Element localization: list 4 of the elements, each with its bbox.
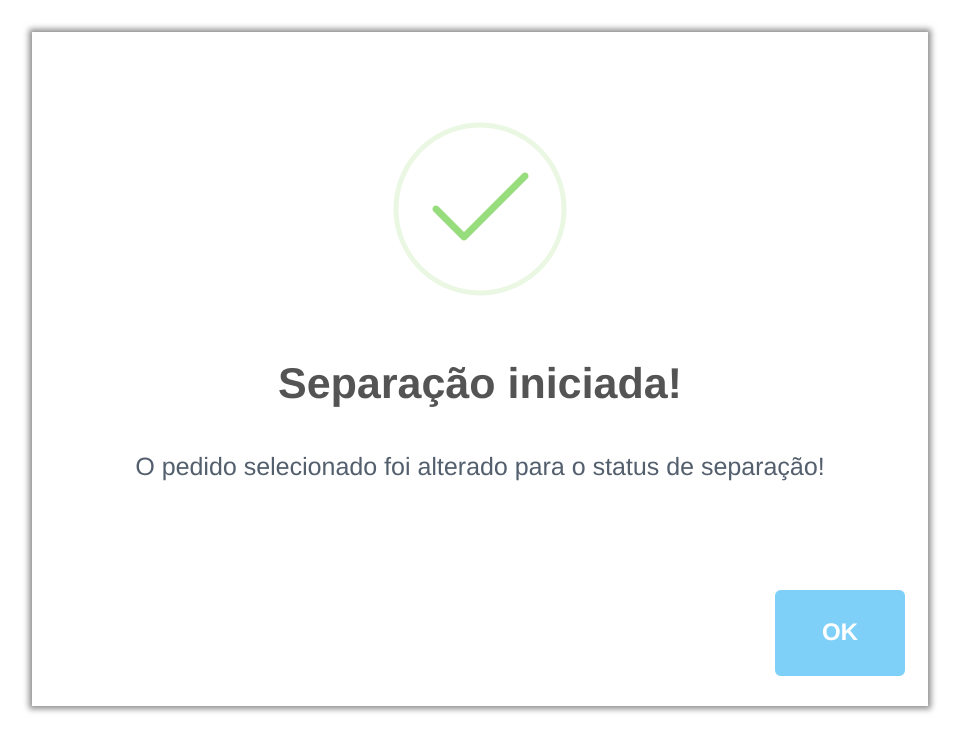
success-check-icon [392,121,568,297]
dialog-title: Separação iniciada! [278,359,682,410]
dialog-message: O pedido selecionado foi alterado para o status de separação! [134,452,826,483]
ok-button[interactable]: OK [775,590,905,676]
